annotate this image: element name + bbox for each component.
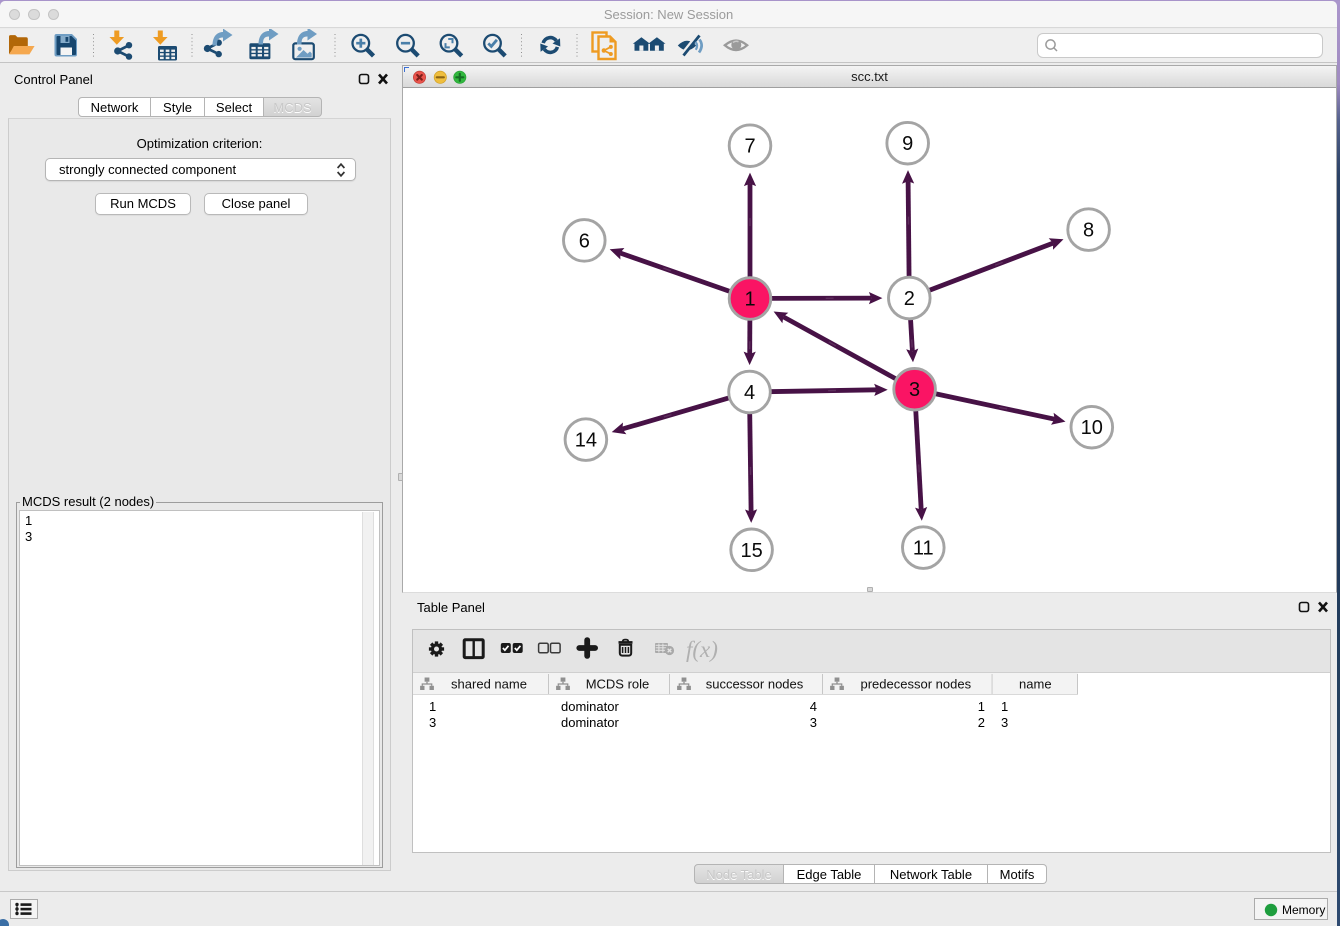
svg-text:11: 11 — [913, 538, 934, 560]
svg-text:2: 2 — [904, 288, 915, 310]
svg-text:7: 7 — [744, 136, 755, 158]
svg-text:6: 6 — [579, 230, 590, 252]
svg-text:8: 8 — [1083, 220, 1094, 242]
svg-text:4: 4 — [744, 382, 755, 404]
svg-text:10: 10 — [1081, 417, 1103, 439]
svg-text:3: 3 — [909, 379, 920, 401]
svg-text:1: 1 — [744, 289, 755, 311]
svg-text:14: 14 — [575, 430, 597, 452]
svg-text:f(x): f(x) — [686, 637, 718, 662]
svg-text:predecessor nodes: predecessor nodes — [861, 677, 972, 692]
svg-text:successor nodes: successor nodes — [706, 677, 804, 692]
svg-text:9: 9 — [902, 133, 913, 155]
svg-text:15: 15 — [740, 540, 762, 562]
svg-text:MCDS role: MCDS role — [586, 677, 650, 692]
svg-text:shared name: shared name — [451, 677, 527, 692]
svg-text:name: name — [1019, 677, 1052, 692]
